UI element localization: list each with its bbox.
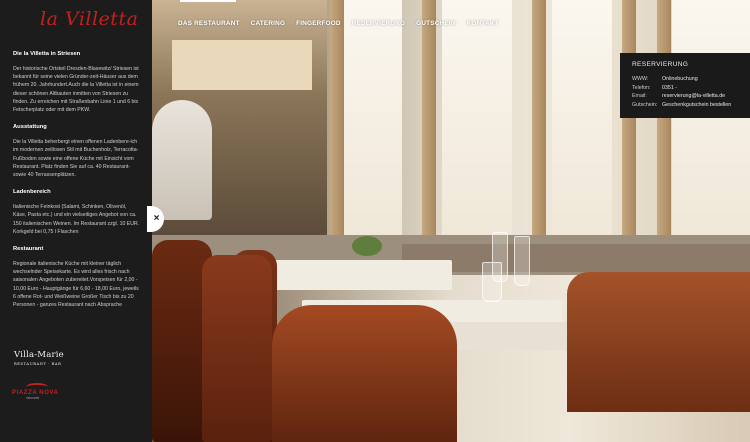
phone-link[interactable]: 0351 - [662,84,677,93]
reservation-label: WWW: [632,76,649,82]
window-frame [622,0,636,260]
table [262,260,452,290]
reservation-label: Email: [632,93,647,100]
window [552,0,612,250]
nav-item-gutschein[interactable]: GUTSCHEIN [416,20,455,27]
reservation-row: WWW: Onlinebuchung [632,75,738,84]
nav-active-indicator [180,0,236,2]
section-text: Der historische Ortsteil Dresden-Blasewi… [13,66,139,114]
email-link[interactable]: reservierung@la-villetta.de [662,92,725,101]
nav-item-reservierung[interactable]: RESERVIERUNG [352,20,405,27]
villa-marie-subtitle: RESTAURANT · BAR [14,362,62,366]
piazza-nova-logo[interactable]: PIAZZA NOVA ristorante [12,383,62,400]
reservation-row: Email: reservierung@la-villetta.de [632,92,738,101]
reservation-label: Telefon: [632,84,651,91]
reservation-row: Gutschein: Geschenkgutschein bestellen [632,101,738,110]
section-text: Die la Villetta beherbergt einen offenen… [13,139,139,179]
nav-item-kontakt[interactable]: KONTAKT [467,20,499,27]
counter-sign [172,40,312,90]
waiter-figure [152,100,212,220]
wine-glass [514,236,530,286]
brand-logo[interactable]: la Villetta [40,8,138,30]
reservation-row: Telefon: 0351 - [632,84,738,93]
section-title: Ladenbereich [13,189,51,196]
window [342,0,402,250]
section-text: Regionale italienische Küche mit kleiner… [13,261,139,309]
nav-item-fingerfood[interactable]: FINGERFOOD [296,20,341,27]
reservation-label: Gutschein: [632,101,658,108]
window [442,0,512,250]
section-title: Die la Villetta in Striesen [13,51,81,57]
window-frame [330,0,344,260]
window [672,0,750,250]
reservation-title: RESERVIERUNG [632,61,689,68]
sidebar-content: Die la Villetta in Striesen Der historis… [13,51,141,319]
section-title: Ausstattung [13,124,47,131]
online-booking-link[interactable]: Onlinebuchung [662,75,698,84]
water-glass [482,262,502,302]
reservation-box: RESERVIERUNG WWW: Onlinebuchung Telefon:… [620,53,750,118]
info-sidebar: la Villetta Die la Villetta in Striesen … [0,0,152,442]
main-navigation: DAS RESTAURANT CATERING FINGERFOOD RESER… [152,0,750,34]
plant [352,236,382,256]
window-frame [422,0,436,260]
window-frame [657,0,671,260]
chair [272,305,457,442]
window-frame [532,0,546,260]
section-text: Italienische Feinkost (Salami, Schinken,… [13,204,140,235]
piazza-nova-subtitle: ristorante [26,396,40,400]
nav-item-catering[interactable]: CATERING [251,20,286,27]
nav-items: DAS RESTAURANT CATERING FINGERFOOD RESER… [178,20,499,27]
villa-marie-name: Villa-Marie [14,350,64,360]
nav-item-das-restaurant[interactable]: DAS RESTAURANT [178,20,240,27]
section-title: Restaurant [13,246,44,253]
bench [402,244,750,272]
chair [567,272,750,412]
voucher-link[interactable]: Geschenkgutschein bestellen [662,101,731,110]
chair [202,255,272,442]
villa-marie-logo[interactable]: Villa-Marie RESTAURANT · BAR [14,350,64,366]
